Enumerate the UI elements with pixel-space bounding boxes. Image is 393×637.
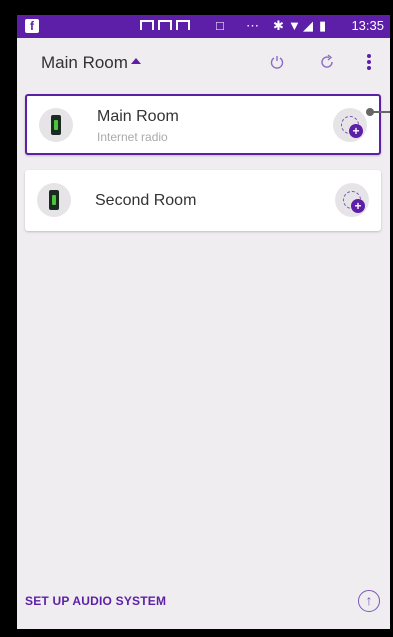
notification-icon — [140, 20, 154, 30]
pointer-line — [373, 111, 390, 113]
room-name: Main Room — [97, 108, 179, 125]
app-bar: Main Room — [17, 38, 390, 86]
group-add-icon: + — [343, 191, 365, 213]
arrow-up-icon[interactable]: ↑ — [358, 590, 380, 612]
refresh-button[interactable] — [315, 50, 339, 74]
power-icon — [270, 56, 284, 69]
add-to-group-button[interactable]: + — [335, 183, 369, 217]
bottom-bar: SET UP AUDIO SYSTEM ↑ — [17, 579, 390, 629]
bluetooth-icon: ✱ — [273, 18, 284, 33]
group-add-icon: + — [341, 116, 363, 138]
room-source: Internet radio — [97, 130, 168, 144]
app-screen: f □ ⋯ ✱ ▼ ◢ ▮ 13:35 Main Room Main Room … — [17, 15, 390, 629]
notification-icon — [158, 20, 172, 30]
battery-icon: ▮ — [319, 18, 327, 33]
device-frame: f □ ⋯ ✱ ▼ ◢ ▮ 13:35 Main Room Main Room … — [0, 0, 393, 637]
status-time: 13:35 — [351, 18, 384, 33]
caret-up-icon[interactable] — [131, 58, 141, 64]
status-bar: f □ ⋯ ✱ ▼ ◢ ▮ 13:35 — [17, 15, 390, 38]
signal-icon: ◢ — [303, 18, 313, 33]
overflow-menu-button[interactable] — [357, 50, 381, 74]
room-selector[interactable]: Main Room — [41, 53, 128, 73]
overflow-menu-icon — [367, 54, 371, 70]
power-button[interactable] — [265, 50, 289, 74]
setup-audio-system-link[interactable]: SET UP AUDIO SYSTEM — [25, 594, 166, 608]
speaker-icon — [37, 183, 71, 217]
wifi-icon: ▼ — [288, 18, 301, 33]
notification-icons — [140, 20, 190, 30]
room-name: Second Room — [95, 192, 197, 209]
facebook-icon: f — [25, 19, 39, 33]
room-card-main[interactable]: Main Room Internet radio + — [25, 94, 381, 155]
refresh-icon — [321, 54, 333, 68]
more-notifications-icon: ⋯ — [246, 18, 259, 33]
cast-icon: □ — [216, 18, 224, 33]
add-to-group-button[interactable]: + — [333, 108, 367, 142]
speaker-icon — [39, 108, 73, 142]
room-card-second[interactable]: Second Room + — [25, 170, 381, 231]
notification-icon — [176, 20, 190, 30]
